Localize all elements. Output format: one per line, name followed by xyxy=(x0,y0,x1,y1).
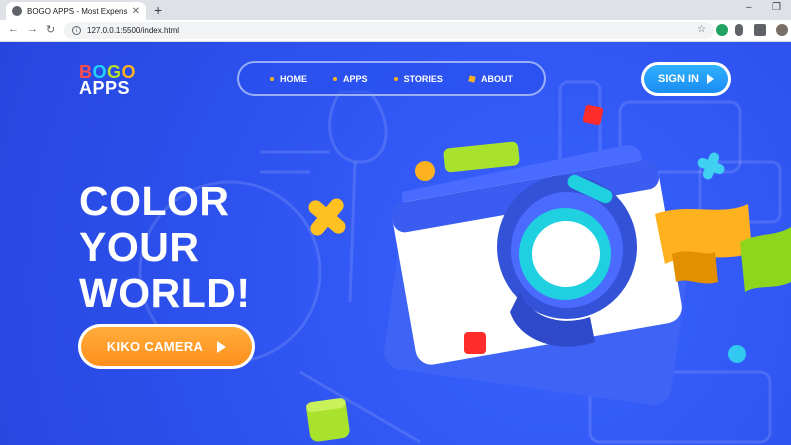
tab-title: BOGO APPS - Most Expensive A xyxy=(27,6,128,16)
microphone-icon[interactable] xyxy=(735,24,743,36)
profile-avatar[interactable] xyxy=(776,24,788,36)
extension-green-icon[interactable] xyxy=(716,24,728,36)
main-nav: HOME APPS STORIES ABOUT xyxy=(237,61,546,96)
globe-icon xyxy=(12,6,22,16)
nav-item-about[interactable]: ABOUT xyxy=(468,73,513,84)
reload-icon[interactable]: ↻ xyxy=(46,23,55,36)
sign-in-button[interactable]: SIGN IN xyxy=(641,62,731,96)
nav-label: HOME xyxy=(280,73,308,84)
sign-in-button-inner: SIGN IN xyxy=(644,65,728,93)
bullet-icon xyxy=(393,76,398,81)
nav-label: ABOUT xyxy=(480,73,513,84)
kiko-camera-button-inner: KIKO CAMERA xyxy=(81,327,252,366)
bullet-square-icon xyxy=(468,74,476,83)
browser-tab[interactable]: BOGO APPS - Most Expensive A ✕ xyxy=(6,2,146,20)
nav-label: APPS xyxy=(343,73,368,84)
edit-extension-icon[interactable] xyxy=(754,24,766,36)
nav-item-apps[interactable]: APPS xyxy=(333,74,368,84)
forward-icon[interactable]: → xyxy=(27,23,38,35)
close-tab-icon[interactable]: ✕ xyxy=(132,6,140,17)
nav-item-stories[interactable]: STORIES xyxy=(393,73,443,84)
headline-line: COLOR xyxy=(79,178,230,224)
logo-line2: APPS xyxy=(79,78,131,98)
hero-headline: COLOR YOUR WORLD! xyxy=(79,178,251,316)
play-arrow-icon xyxy=(217,340,227,353)
maximize-icon[interactable]: ❐ xyxy=(772,2,781,13)
bullet-icon xyxy=(270,76,275,81)
address-bar: ← → ↻ i 127.0.0.1:5500/index.html ☆ xyxy=(0,20,791,42)
info-icon[interactable]: i xyxy=(72,26,81,35)
headline-line: WORLD! xyxy=(79,270,251,316)
nav-item-home[interactable]: HOME xyxy=(270,74,307,84)
play-arrow-icon xyxy=(706,74,714,84)
new-tab-icon[interactable]: + xyxy=(154,2,162,18)
minimize-icon[interactable]: – xyxy=(746,2,752,13)
bullet-icon xyxy=(333,76,338,81)
brand-logo[interactable]: BOGO APPS xyxy=(79,63,136,98)
url-field[interactable]: i 127.0.0.1:5500/index.html ☆ xyxy=(64,22,714,39)
browser-tabbar: BOGO APPS - Most Expensive A ✕ + – ❐ xyxy=(0,0,791,20)
cta-label: KIKO CAMERA xyxy=(106,339,204,354)
bookmark-star-icon[interactable]: ☆ xyxy=(697,24,706,35)
headline-line: YOUR xyxy=(79,224,200,270)
back-icon[interactable]: ← xyxy=(8,23,19,35)
nav-label: STORIES xyxy=(403,73,443,84)
url-text: 127.0.0.1:5500/index.html xyxy=(87,26,180,35)
kiko-camera-button[interactable]: KIKO CAMERA xyxy=(78,324,255,369)
sign-in-label: SIGN IN xyxy=(658,73,699,85)
landing-page: BOGO APPS HOME APPS STORIES ABOUT SIGN I… xyxy=(0,42,791,445)
